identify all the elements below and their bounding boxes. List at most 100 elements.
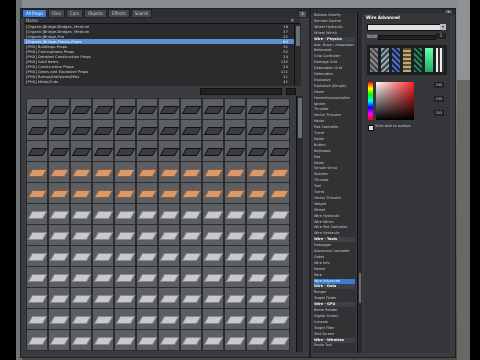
tool-item[interactable]: Gates [314, 255, 355, 260]
tool-item[interactable]: Wire Advanced [314, 278, 355, 284]
prop-thumbnail[interactable] [70, 245, 92, 267]
prop-thumbnail[interactable] [158, 98, 180, 120]
prop-thumbnail[interactable] [70, 329, 92, 351]
prop-thumbnail[interactable] [180, 203, 202, 225]
prop-thumbnail[interactable] [114, 98, 136, 120]
tool-item[interactable]: Wheel Winch [314, 31, 355, 36]
tool-item[interactable]: Remote Control [314, 19, 355, 24]
tool-item[interactable]: Wheel [314, 208, 355, 213]
prop-thumbnail[interactable] [136, 224, 158, 246]
prop-thumbnail[interactable] [224, 119, 246, 141]
prop-thumbnail[interactable] [158, 224, 180, 246]
prop-thumbnail[interactable] [246, 119, 268, 141]
prop-thumbnail[interactable] [26, 266, 48, 288]
color-picker[interactable] [376, 82, 414, 120]
prop-thumbnail[interactable] [70, 161, 92, 183]
prop-thumbnail[interactable] [26, 182, 48, 204]
tool-item[interactable]: Thruster [314, 107, 355, 112]
prop-thumbnail[interactable] [26, 203, 48, 225]
prop-thumbnail[interactable] [224, 203, 246, 225]
prop-thumbnail[interactable] [158, 140, 180, 162]
prop-thumbnail[interactable] [48, 287, 70, 309]
prop-thumbnail[interactable] [246, 287, 268, 309]
col-name[interactable]: Name [26, 18, 38, 23]
list-scrollbar[interactable] [294, 24, 301, 86]
tool-item[interactable]: Beam Reader [314, 308, 355, 313]
tool-item[interactable]: Button [314, 143, 355, 148]
tool-item[interactable]: Turret [314, 131, 355, 136]
prop-thumbnail[interactable] [114, 329, 136, 351]
tool-item[interactable]: Wire Info [314, 261, 355, 266]
list-item[interactable]: [PHX] Metal/Cuts 41 [24, 79, 294, 84]
prop-thumbnail[interactable] [92, 287, 114, 309]
prop-thumbnail[interactable] [92, 119, 114, 141]
prop-thumbnail[interactable] [136, 266, 158, 288]
prop-thumbnail[interactable] [246, 266, 268, 288]
prop-thumbnail[interactable] [268, 245, 290, 267]
prop-thumbnail[interactable] [158, 203, 180, 225]
tool-item[interactable]: Keyboard [314, 149, 355, 154]
tool-item[interactable]: Igniter [314, 102, 355, 107]
tool-item[interactable]: Detonation Grid [314, 66, 355, 71]
prop-thumbnail[interactable] [158, 182, 180, 204]
prop-thumbnail[interactable] [136, 203, 158, 225]
prop-thumbnail[interactable] [26, 161, 48, 183]
prop-thumbnail[interactable] [180, 287, 202, 309]
prop-thumbnail[interactable] [224, 287, 246, 309]
tool-item[interactable]: Radio Tool [314, 343, 355, 348]
tool-item[interactable]: Hover [314, 90, 355, 95]
prop-thumbnail[interactable] [268, 224, 290, 246]
prop-thumbnail[interactable] [26, 308, 48, 330]
color-r[interactable]: 255 [434, 82, 444, 88]
prop-thumbnail[interactable] [202, 203, 224, 225]
prop-thumbnail[interactable] [158, 308, 180, 330]
prop-thumbnail[interactable] [224, 245, 246, 267]
prop-thumbnail[interactable] [70, 287, 92, 309]
tab-5[interactable]: Search [130, 9, 153, 18]
prop-thumbnail[interactable] [224, 329, 246, 351]
prop-thumbnail[interactable] [180, 161, 202, 183]
color-g[interactable]: 255 [434, 96, 444, 102]
prop-thumbnail[interactable] [202, 287, 224, 309]
prop-thumbnail[interactable] [224, 182, 246, 204]
tool-item[interactable]: Nailer [314, 137, 355, 142]
col-count[interactable]: # [291, 18, 294, 23]
prop-thumbnail[interactable] [70, 182, 92, 204]
prop-thumbnail[interactable] [26, 119, 48, 141]
prop-thumbnail[interactable] [92, 161, 114, 183]
prop-thumbnail[interactable] [70, 266, 92, 288]
prop-thumbnail[interactable] [268, 119, 290, 141]
prop-thumbnail[interactable] [70, 98, 92, 120]
prop-thumbnail[interactable] [136, 329, 158, 351]
prop-thumbnail[interactable] [268, 329, 290, 351]
prop-thumbnail[interactable] [114, 245, 136, 267]
tab-1[interactable]: Files [48, 9, 65, 18]
prop-thumbnail[interactable] [136, 161, 158, 183]
tool-item[interactable]: Ranger [314, 290, 355, 295]
prop-thumbnail[interactable] [114, 182, 136, 204]
prop-thumbnail[interactable] [202, 266, 224, 288]
tool-item[interactable]: Turret [314, 190, 355, 195]
prop-thumbnail[interactable] [114, 119, 136, 141]
tool-item[interactable]: Wire Hydraulic [314, 231, 355, 236]
tool-item[interactable]: Namer [314, 267, 355, 272]
tool-item[interactable]: Explosive (Simple) [314, 84, 355, 89]
tab-3[interactable]: Objects [83, 9, 108, 18]
prop-thumbnail[interactable] [268, 140, 290, 162]
prop-thumbnail[interactable] [180, 329, 202, 351]
tool-item[interactable]: Balloon Gravity [314, 13, 355, 18]
tool-item[interactable]: Advanced Controller [314, 249, 355, 254]
prop-thumbnail[interactable] [136, 98, 158, 120]
model-dropdown[interactable] [367, 24, 441, 31]
prop-thumbnail[interactable] [268, 203, 290, 225]
filter-toggle[interactable] [286, 88, 296, 95]
prop-thumbnail[interactable] [180, 308, 202, 330]
tool-item[interactable]: Chip Controller [314, 54, 355, 59]
prop-thumbnail[interactable] [92, 140, 114, 162]
filter-field[interactable] [200, 88, 282, 95]
prop-thumbnail[interactable] [158, 119, 180, 141]
prop-thumbnail[interactable] [48, 203, 70, 225]
prop-thumbnail[interactable] [158, 266, 180, 288]
prop-thumbnail[interactable] [180, 98, 202, 120]
hue-bar[interactable] [368, 82, 373, 120]
